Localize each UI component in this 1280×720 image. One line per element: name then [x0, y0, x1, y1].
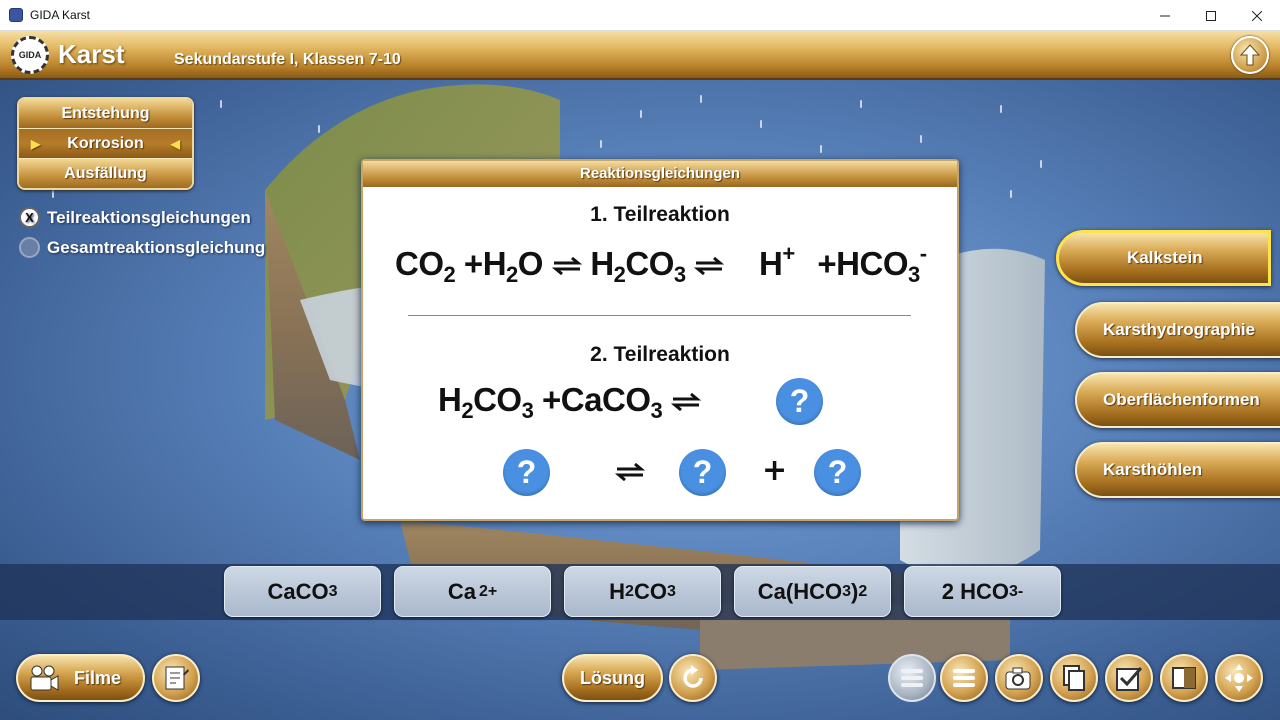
grade-subtitle: Sekundarstufe I, Klassen 7-10	[174, 51, 401, 68]
kalkstein-button[interactable]: Kalkstein	[1056, 230, 1271, 286]
close-button[interactable]	[1234, 0, 1280, 31]
answer-slot-4[interactable]: ?	[814, 449, 861, 496]
karsthoehlen-button[interactable]: Karsthöhlen	[1075, 442, 1280, 498]
play-right-icon: ▶	[31, 136, 41, 151]
refresh-icon	[683, 665, 703, 688]
screenshot-button[interactable]	[995, 654, 1043, 702]
close-icon	[1252, 10, 1262, 21]
equilibrium-arrow-icon	[694, 257, 725, 276]
answer-chip-caco3[interactable]: CaCO 3	[224, 566, 381, 617]
option-teilreaktionsgleichungen[interactable]: X Teilreaktionsgleichungen	[19, 207, 251, 228]
check-button[interactable]	[1105, 654, 1153, 702]
answer-slot-3[interactable]: ?	[679, 449, 726, 496]
answer-slot-2[interactable]: ?	[503, 449, 550, 496]
app-name: Karst	[58, 39, 125, 69]
raindrop	[640, 110, 642, 118]
answer-chip-h2co3[interactable]: H 2 CO 3	[564, 566, 721, 617]
app-icon	[9, 8, 23, 22]
film-camera-icon	[30, 665, 59, 691]
equilibrium-arrow-icon	[615, 463, 645, 481]
reaction-equations-panel: Reaktionsgleichungen 1. Teilreaktion CO2…	[361, 159, 959, 521]
list-icon	[953, 669, 975, 687]
navigation-button[interactable]	[1215, 654, 1263, 702]
up-button[interactable]	[1231, 36, 1269, 74]
play-left-icon: ◀	[170, 136, 180, 151]
minimize-icon	[1160, 15, 1170, 16]
copy-icon	[1063, 665, 1085, 691]
notes-button[interactable]	[152, 654, 200, 702]
reaction1-equation: CO2 +H2O H2CO3 H+ +HCO3-	[395, 241, 927, 287]
maximize-button[interactable]	[1188, 0, 1234, 31]
raindrop	[52, 190, 54, 198]
equilibrium-arrow-icon	[670, 393, 702, 412]
reset-button[interactable]	[669, 654, 717, 702]
answer-chip-ca2plus[interactable]: Ca 2+	[394, 566, 551, 617]
radio-selected-icon: X	[19, 207, 40, 228]
raindrop	[220, 100, 222, 108]
raindrop	[1040, 160, 1042, 168]
answer-chip-cahco32[interactable]: Ca(HCO 3) 2	[734, 566, 891, 617]
raindrop	[700, 95, 702, 103]
topic-entstehung[interactable]: Entstehung	[19, 99, 192, 129]
reaction1-title: 1. Teilreaktion	[590, 203, 730, 226]
copy-button[interactable]	[1050, 654, 1098, 702]
arrow-up-icon	[1240, 44, 1260, 66]
raindrop	[820, 145, 822, 153]
minimize-button[interactable]	[1142, 0, 1188, 31]
topic-navigation: Entstehung ▶ Korrosion ◀ Ausfällung	[17, 97, 194, 190]
reaction2-title: 2. Teilreaktion	[590, 343, 730, 366]
list-view-button-disabled[interactable]	[888, 654, 936, 702]
app-header: GIDA Karst Sekundarstufe I, Klassen 7-10	[0, 31, 1280, 80]
radio-unselected-icon	[19, 237, 40, 258]
topic-korrosion[interactable]: ▶ Korrosion ◀	[19, 129, 192, 159]
split-view-button[interactable]	[1160, 654, 1208, 702]
window-titlebar: GIDA Karst	[0, 0, 1280, 31]
panel-title: Reaktionsgleichungen	[363, 161, 957, 187]
maximize-icon	[1206, 10, 1216, 21]
films-button[interactable]: Filme	[16, 654, 145, 702]
solution-button[interactable]: Lösung	[562, 654, 663, 702]
answer-slot-1[interactable]: ?	[776, 378, 823, 425]
reaction2-equation: H2CO3 +CaCO3	[438, 381, 702, 424]
raindrop	[1000, 105, 1002, 113]
gida-logo: GIDA	[11, 36, 49, 74]
camera-icon	[1005, 667, 1031, 690]
topic-ausfaellung[interactable]: Ausfällung	[19, 159, 192, 188]
raindrop	[860, 100, 862, 108]
list-icon	[901, 669, 923, 687]
karsthydrographie-button[interactable]: Karsthydrographie	[1075, 302, 1280, 358]
list-view-button[interactable]	[940, 654, 988, 702]
raindrop	[318, 125, 320, 133]
navigation-icon	[1225, 664, 1253, 692]
notepad-icon	[165, 666, 189, 690]
plus-sign: +	[762, 453, 788, 488]
raindrop	[1010, 190, 1012, 198]
reaction-divider	[408, 315, 911, 316]
raindrop	[600, 140, 602, 148]
option-gesamtreaktionsgleichung[interactable]: Gesamtreaktionsgleichung	[19, 237, 265, 258]
raindrop	[760, 120, 762, 128]
raindrop	[920, 135, 922, 143]
oberflaechenformen-button[interactable]: Oberflächenformen	[1075, 372, 1280, 428]
split-view-icon	[1172, 667, 1196, 689]
window-title: GIDA Karst	[30, 8, 91, 22]
checkbox-icon	[1116, 667, 1143, 691]
answer-chip-2hco3[interactable]: 2 HCO 3-	[904, 566, 1061, 617]
equilibrium-arrow-icon	[551, 257, 582, 276]
